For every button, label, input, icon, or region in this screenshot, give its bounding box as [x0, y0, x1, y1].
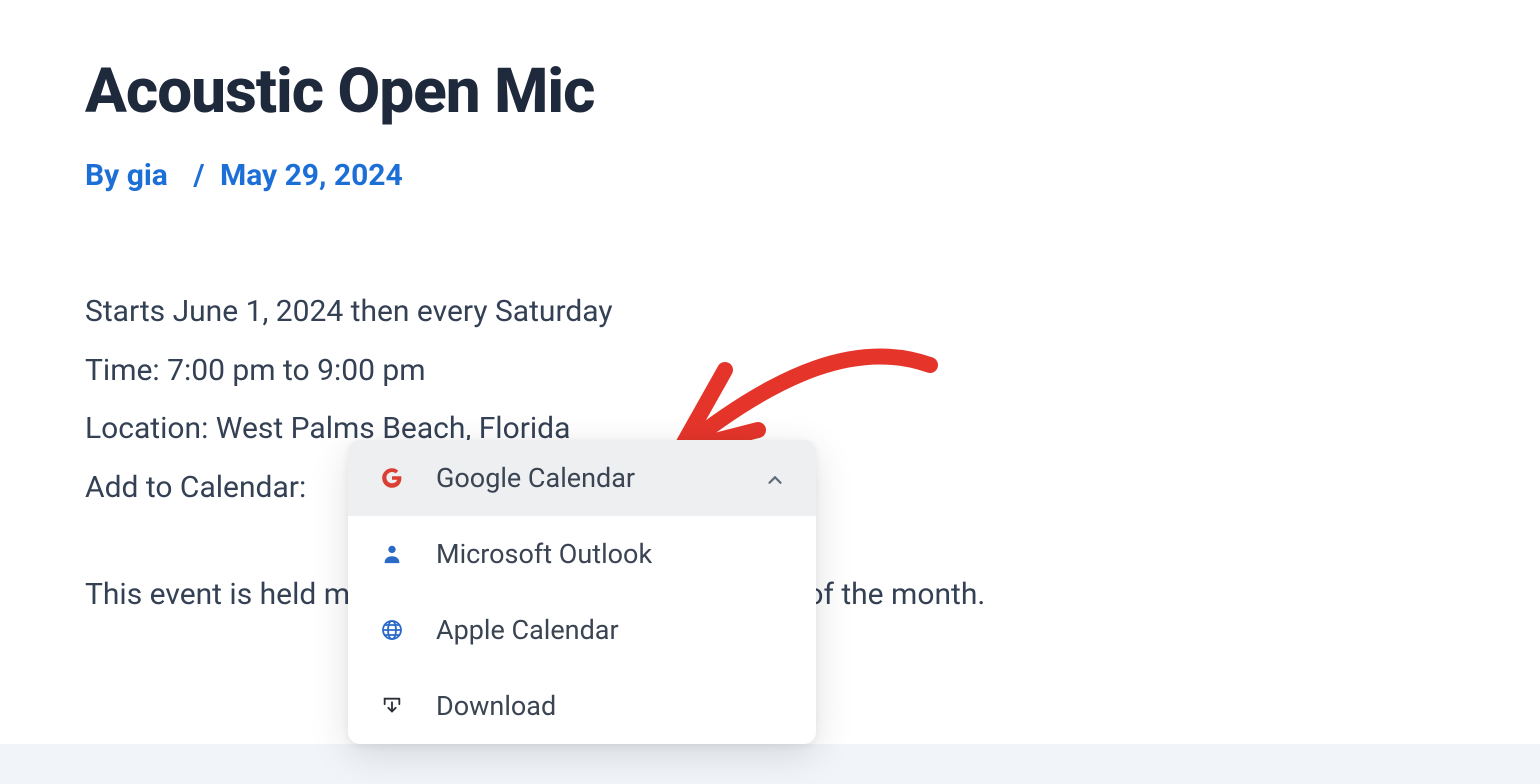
google-icon: [376, 462, 408, 494]
add-to-calendar-label: Add to Calendar:: [85, 470, 306, 505]
byline-prefix: By: [85, 158, 119, 193]
outlook-icon: [376, 538, 408, 570]
globe-icon: [376, 614, 408, 646]
calendar-option-outlook[interactable]: Microsoft Outlook: [348, 516, 816, 592]
calendar-option-label: Apple Calendar: [436, 614, 788, 646]
author-link[interactable]: gia: [127, 158, 168, 193]
page-title: Acoustic Open Mic: [85, 55, 1455, 128]
byline-separator: /: [193, 158, 204, 193]
byline: By gia / May 29, 2024: [85, 158, 1455, 193]
post-date: May 29, 2024: [220, 158, 403, 193]
event-schedule: Starts June 1, 2024 then every Saturday: [85, 283, 1455, 342]
calendar-option-label: Microsoft Outlook: [436, 538, 788, 570]
time-value: 7:00 pm to 9:00 pm: [167, 353, 425, 388]
footer-band: [0, 744, 1540, 784]
time-label: Time:: [85, 353, 160, 388]
download-icon: [376, 690, 408, 722]
event-time: Time: 7:00 pm to 9:00 pm: [85, 342, 1455, 401]
calendar-option-label: Google Calendar: [436, 462, 764, 494]
location-label: Location:: [85, 411, 208, 446]
calendar-option-download[interactable]: Download: [348, 668, 816, 744]
chevron-up-icon: [764, 466, 788, 490]
calendar-option-apple[interactable]: Apple Calendar: [348, 592, 816, 668]
calendar-option-label: Download: [436, 690, 788, 722]
calendar-dropdown: Google Calendar Microsoft Outlook Apple …: [348, 440, 816, 744]
calendar-option-google[interactable]: Google Calendar: [348, 440, 816, 516]
